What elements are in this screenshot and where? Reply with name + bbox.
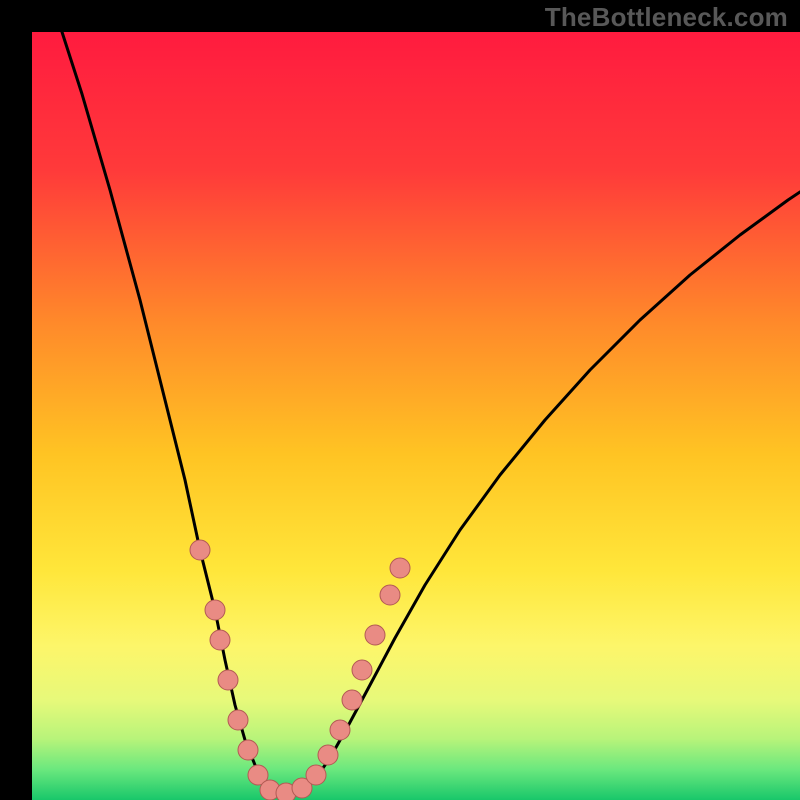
marker-dot [238,740,258,760]
marker-dot [365,625,385,645]
marker-dot [190,540,210,560]
marker-dot [352,660,372,680]
marker-dot [390,558,410,578]
marker-dot [330,720,350,740]
chart-svg [0,0,800,800]
marker-dot [205,600,225,620]
plot-background [32,32,800,800]
marker-dot [318,745,338,765]
marker-dot [380,585,400,605]
marker-dot [306,765,326,785]
marker-dot [210,630,230,650]
marker-dot [342,690,362,710]
chart-stage: TheBottleneck.com [0,0,800,800]
marker-dot [228,710,248,730]
marker-dot [218,670,238,690]
watermark-text: TheBottleneck.com [545,2,788,33]
